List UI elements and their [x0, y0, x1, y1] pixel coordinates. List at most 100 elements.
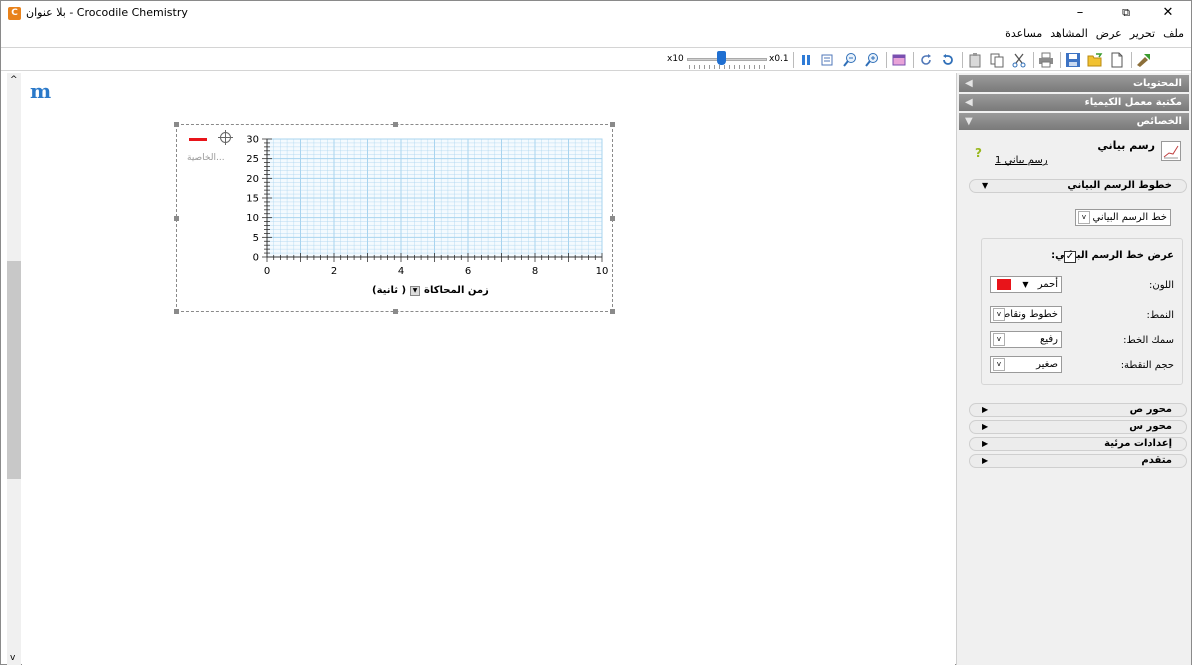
show-line-checkbox[interactable]: ✓	[1064, 251, 1076, 263]
thickness-select[interactable]: رفيع v	[990, 331, 1062, 348]
speed-slider-ticks	[689, 65, 765, 69]
y-tick-label: 20	[246, 174, 259, 185]
y-tick-label: 15	[246, 194, 259, 205]
chevron-down-icon[interactable]: v	[993, 308, 1005, 321]
redo-icon[interactable]	[918, 52, 934, 68]
toolbar-separator	[913, 52, 914, 68]
section-visual-settings[interactable]: إعدادات مرئية ▶	[969, 437, 1187, 451]
undo-icon[interactable]	[940, 52, 956, 68]
scroll-down-arrow-icon[interactable]: v	[10, 653, 15, 663]
y-tick-label: 10	[246, 213, 259, 224]
y-tick-label: 30	[246, 135, 259, 146]
speed-slider-knob[interactable]	[717, 51, 727, 65]
section-x-axis[interactable]: محور س ▶	[969, 420, 1187, 434]
chevron-down-icon[interactable]: v	[1078, 211, 1090, 224]
toolbar-separator	[962, 52, 963, 68]
menu-edit[interactable]: تحرير	[1129, 27, 1156, 43]
section-y-axis[interactable]: محور ص ▶	[969, 403, 1187, 417]
menu-scenes[interactable]: المشاهد	[1049, 27, 1089, 43]
section-y-axis-label: محور ص	[1129, 404, 1172, 415]
chevron-right-icon: ▶	[982, 439, 989, 448]
chevron-right-icon: ▶	[982, 422, 989, 431]
window-title: بلا عنوان - Crocodile Chemistry	[26, 6, 188, 19]
color-swatch	[997, 279, 1011, 290]
y-tick-label: 0	[253, 253, 259, 264]
toolbar-separator	[1060, 52, 1061, 68]
print-icon[interactable]	[1038, 52, 1054, 68]
section-visual-settings-label: إعدادات مرئية	[1104, 438, 1172, 449]
menu-view[interactable]: عرض	[1095, 27, 1123, 43]
accordion-library[interactable]: مكتبة معمل الكيمياء ◀	[959, 94, 1189, 111]
accordion-contents[interactable]: المحتويات ◀	[959, 75, 1189, 92]
chevron-left-icon: ◀	[965, 78, 973, 89]
pause-icon[interactable]	[798, 52, 814, 68]
point-size-select-value: صغير	[1036, 359, 1058, 370]
save-icon[interactable]	[1065, 52, 1081, 68]
y-tick-label: 25	[246, 154, 259, 165]
chart-name-link[interactable]: رسم بياني 1	[995, 155, 1048, 166]
accordion-contents-label: المحتويات	[1132, 78, 1182, 89]
paste-icon[interactable]	[967, 52, 983, 68]
chevron-right-icon: ▶	[982, 456, 989, 465]
color-select[interactable]: أحمر ▼	[990, 276, 1062, 293]
menu-file[interactable]: ملف	[1162, 27, 1185, 43]
graph-line-select[interactable]: خط الرسم البياني 1v	[1075, 209, 1171, 226]
zoom-in-icon[interactable]	[864, 52, 880, 68]
section-graph-lines[interactable]: خطوط الرسم البياني ▼	[969, 179, 1187, 193]
section-advanced[interactable]: متقدم ▶	[969, 454, 1187, 468]
chevron-down-icon[interactable]: v	[993, 358, 1005, 371]
open-folder-icon[interactable]	[1087, 52, 1103, 68]
style-select-value: خطوط ونقاط	[1001, 309, 1058, 320]
minimize-button[interactable]: –	[1057, 1, 1103, 25]
restore-button[interactable]: ⧉	[1103, 1, 1149, 25]
accordion-properties[interactable]: الخصائص ▼	[959, 113, 1189, 130]
right-panel: المحتويات ◀ مكتبة معمل الكيمياء ◀ الخصائص ▼…	[956, 73, 1191, 665]
point-size-select[interactable]: صغير v	[990, 356, 1062, 373]
x-tick-label: 4	[398, 266, 404, 277]
simulation-canvas[interactable]: m الخاصية... 0 5 10 15 20 25 30 0 2 4 6 8 10 زمن الم…	[22, 73, 955, 665]
tools-icon[interactable]	[1136, 52, 1152, 68]
style-select[interactable]: خطوط ونقاط v	[990, 306, 1062, 323]
x-tick-label: 6	[465, 266, 471, 277]
section-advanced-label: متقدم	[1141, 455, 1172, 466]
thickness-select-value: رفيع	[1040, 334, 1058, 345]
help-icon[interactable]: ?	[975, 146, 982, 160]
close-button[interactable]: ✕	[1145, 1, 1191, 25]
speed-min-label: x0.1	[769, 54, 789, 64]
chevron-down-icon[interactable]: v	[993, 333, 1005, 346]
chevron-down-icon: ▼	[965, 116, 973, 127]
x-tick-label: 2	[331, 266, 337, 277]
toolbar-separator	[1033, 52, 1034, 68]
new-file-icon[interactable]	[1109, 52, 1125, 68]
x-tick-label: 0	[264, 266, 270, 277]
x-axis-label: زمن المحاكاة	[424, 285, 489, 296]
app-window: C بلا عنوان - Crocodile Chemistry – ⧉ ✕ …	[0, 0, 1192, 665]
menu-help[interactable]: مساعدة	[1004, 27, 1043, 43]
thickness-label: سمك الخط:	[1123, 335, 1174, 346]
menu-bar: ملف تحرير عرض المشاهد مساعدة	[1004, 27, 1185, 43]
speed-slider-track[interactable]	[687, 58, 767, 61]
fit-view-icon[interactable]	[820, 52, 836, 68]
scroll-up-arrow-icon[interactable]: ^	[10, 75, 18, 85]
graph-object[interactable]: الخاصية... 0 5 10 15 20 25 30 0 2 4 6 8 10 زمن المحا…	[174, 122, 615, 314]
cut-icon[interactable]	[1011, 52, 1027, 68]
zoom-out-icon[interactable]	[842, 52, 858, 68]
vertical-scrollbar[interactable]: ^ v	[7, 73, 21, 665]
dropdown-arrow-icon[interactable]: ▼	[410, 285, 421, 296]
scroll-thumb[interactable]	[7, 261, 21, 479]
x-tick-label: 8	[532, 266, 538, 277]
title-bar: C بلا عنوان - Crocodile Chemistry – ⧉ ✕	[1, 1, 1191, 25]
toolbar: x10 x0.1	[1, 47, 1191, 71]
x-axis-selector[interactable]: زمن المحاكاة ▼ ( ثانية)	[372, 285, 489, 296]
color-select-value: أحمر	[1037, 279, 1058, 290]
speed-max-label: x10	[667, 54, 684, 64]
section-x-axis-label: محور س	[1129, 421, 1172, 432]
chevron-right-icon: ▶	[982, 405, 989, 414]
window-icon[interactable]	[891, 52, 907, 68]
chevron-left-icon: ◀	[965, 97, 973, 108]
copy-icon[interactable]	[989, 52, 1005, 68]
point-size-label: حجم النقطة:	[1120, 360, 1174, 371]
chevron-down-icon: ▼	[982, 181, 989, 190]
graph-line-select-value: خط الرسم البياني 1	[1083, 212, 1167, 223]
toolbar-separator	[886, 52, 887, 68]
